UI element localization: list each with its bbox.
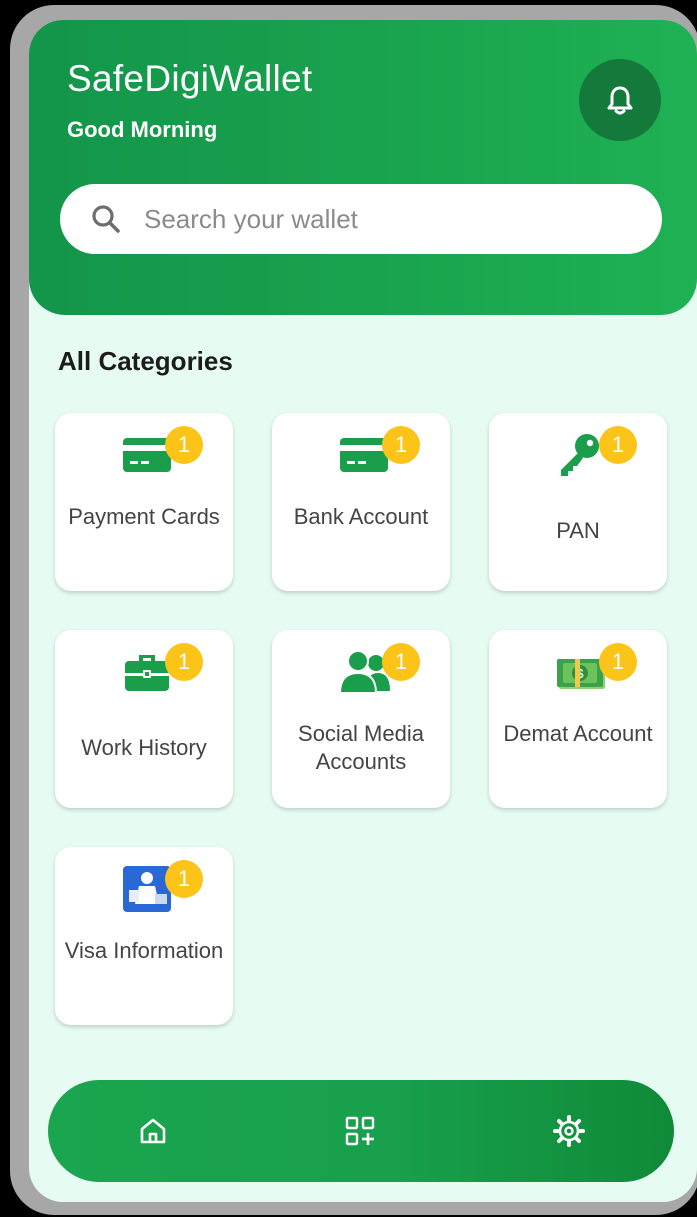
count-badge: 1 — [599, 426, 637, 464]
bell-icon — [607, 86, 633, 115]
category-label: Demat Account — [503, 721, 653, 746]
notification-button[interactable] — [579, 59, 661, 141]
section-title: All Categories — [58, 346, 233, 376]
grid-plus-icon — [345, 1116, 375, 1146]
nav-add-category-button[interactable] — [340, 1111, 380, 1151]
credit-card-icon — [340, 438, 388, 472]
credit-card-icon — [123, 438, 171, 472]
count-badge: 1 — [599, 643, 637, 681]
category-label: Social Media Accounts — [298, 721, 424, 774]
search-icon — [90, 203, 122, 235]
count-badge: 1 — [382, 426, 420, 464]
app-title: SafeDigiWallet — [67, 58, 313, 99]
category-label: Visa Information — [64, 938, 224, 963]
home-icon — [140, 1118, 166, 1144]
category-card-bank-account[interactable]: 1 Bank Account — [272, 413, 450, 591]
greeting: Good Morning — [67, 117, 218, 142]
count-badge: 1 — [165, 860, 203, 898]
category-card-pan[interactable]: 1 PAN — [489, 413, 667, 591]
category-card-work-history[interactable]: 1 Work History — [55, 630, 233, 808]
gear-icon — [553, 1115, 585, 1147]
search-input[interactable] — [142, 202, 626, 236]
category-card-payment-cards[interactable]: 1 Payment Cards — [55, 413, 233, 591]
search-bar[interactable] — [60, 184, 662, 254]
category-label: Work History — [81, 735, 207, 760]
passport-control-icon — [123, 866, 171, 912]
bottom-navigation — [48, 1080, 674, 1182]
money-icon: $ — [557, 659, 605, 689]
category-label: PAN — [556, 518, 600, 543]
count-badge: 1 — [165, 643, 203, 681]
category-card-demat-account[interactable]: $ 1 Demat Account — [489, 630, 667, 808]
app-screen: SafeDigiWallet Good Morning All Categori… — [29, 20, 697, 1202]
count-badge: 1 — [382, 643, 420, 681]
nav-home-button[interactable] — [133, 1111, 173, 1151]
category-card-social-media-accounts[interactable]: 1 Social Media Accounts — [272, 630, 450, 808]
category-label: Payment Cards — [68, 504, 220, 529]
header: SafeDigiWallet Good Morning — [29, 20, 697, 315]
key-icon — [561, 434, 599, 476]
count-badge: 1 — [165, 426, 203, 464]
briefcase-icon — [125, 655, 169, 691]
users-icon — [338, 650, 390, 694]
nav-settings-button[interactable] — [549, 1111, 589, 1151]
category-label: Bank Account — [293, 504, 429, 529]
category-card-visa-information[interactable]: 1 Visa Information — [55, 847, 233, 1025]
